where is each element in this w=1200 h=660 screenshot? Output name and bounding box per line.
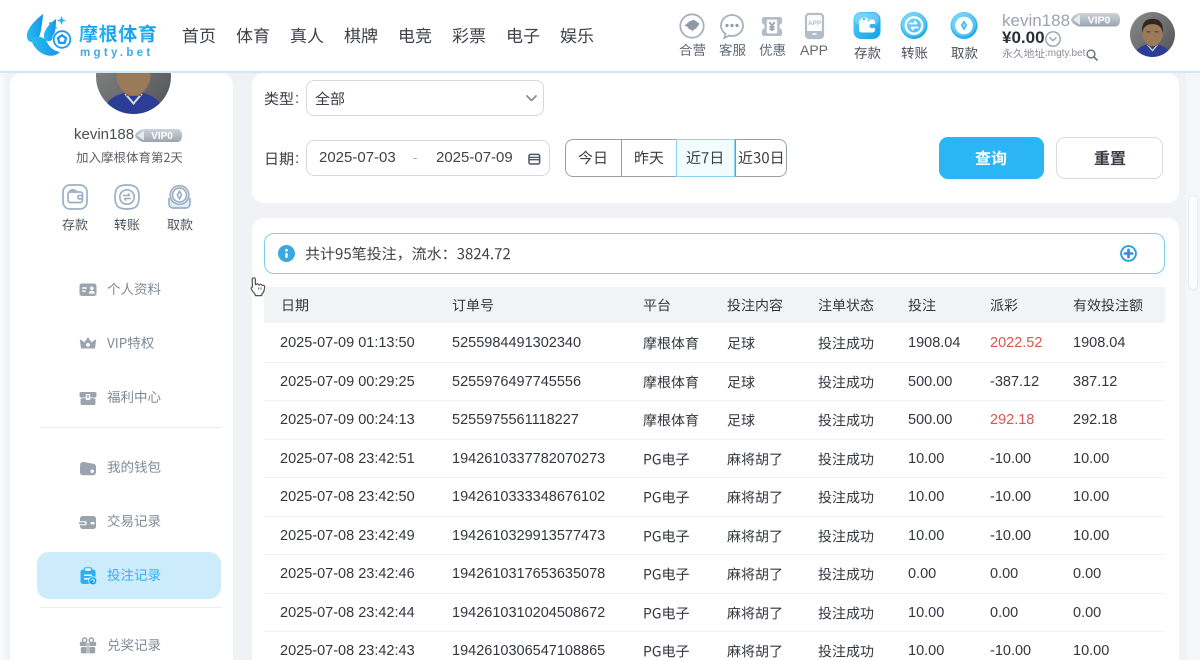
svg-text:VIP0: VIP0 [151,131,173,142]
svg-text:VIP0: VIP0 [1088,15,1111,27]
svg-text:APP: APP [807,20,821,27]
